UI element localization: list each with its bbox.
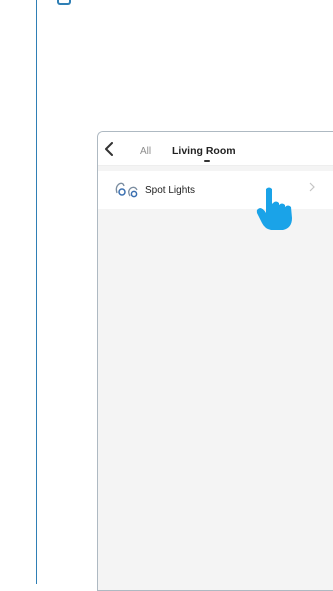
top-bar: All Living Room [98,132,333,166]
chevron-right-icon [309,182,315,192]
tab-active-indicator [204,160,210,162]
frame-rule [36,0,37,584]
spot-lights-icon [115,182,138,198]
back-chevron-icon[interactable] [103,142,115,156]
frame-mark [57,0,71,5]
phone-screen: All Living Room Spot Lights [97,131,333,591]
device-label: Spot Lights [145,185,196,196]
tab-all[interactable]: All [140,146,151,157]
hand-pointer-icon [256,187,292,230]
device-row-spot-lights[interactable]: Spot Lights [98,171,333,209]
tab-living-room[interactable]: Living Room [172,145,236,157]
